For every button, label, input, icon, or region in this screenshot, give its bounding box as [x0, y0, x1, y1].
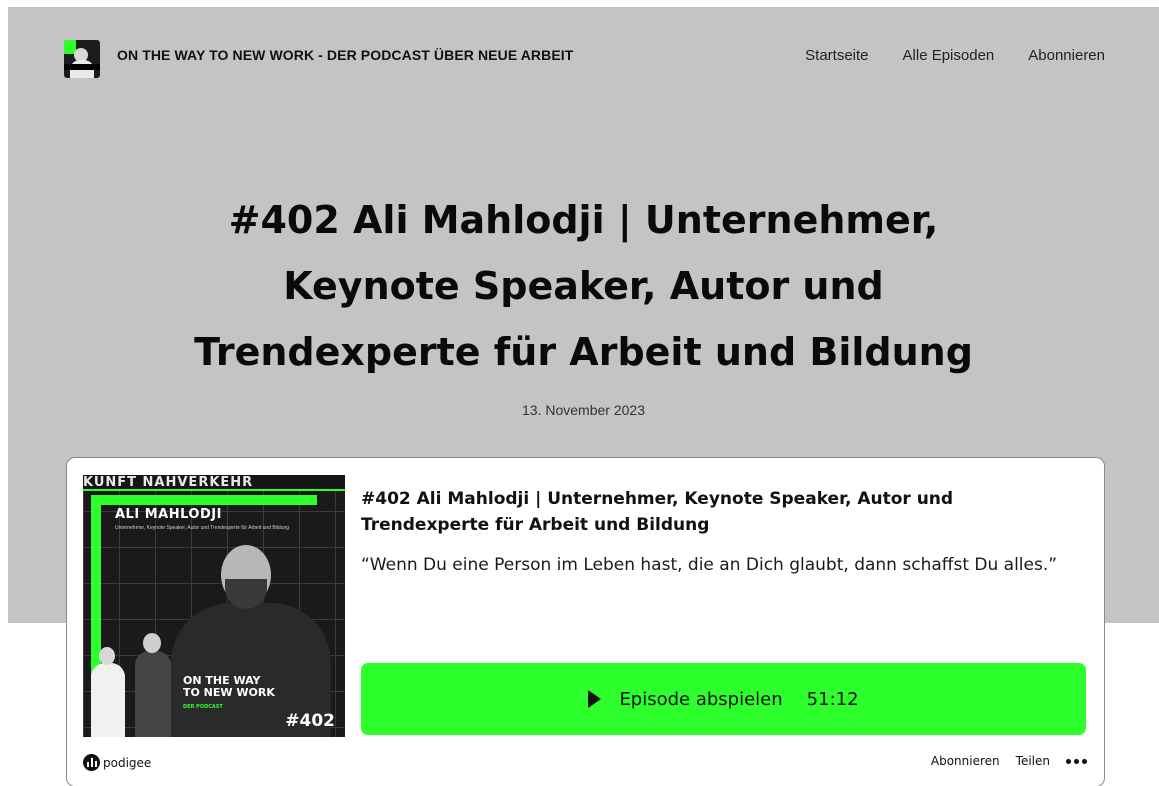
nav-abonnieren[interactable]: Abonnieren	[1028, 47, 1105, 64]
headline-line-1: #402 Ali Mahlodji | Unternehmer,	[228, 198, 939, 242]
player-subscribe-link[interactable]: Abonnieren	[931, 754, 1000, 768]
player-episode-quote: “Wenn Du eine Person im Leben hast, die …	[361, 555, 1058, 575]
nav-alle-episoden[interactable]: Alle Episoden	[903, 47, 995, 64]
site-title[interactable]: ON THE WAY TO NEW WORK - DER PODCAST ÜBE…	[117, 47, 573, 63]
headline-line-3: Trendexperte für Arbeit und Bildung	[194, 330, 973, 374]
cover-host2-body	[135, 651, 171, 737]
player-share-link[interactable]: Teilen	[1016, 754, 1050, 768]
podigee-icon	[83, 754, 100, 771]
cover-host2-head	[143, 633, 161, 653]
logo-band	[64, 64, 100, 70]
episode-headline: #402 Ali Mahlodji | Unternehmer, Keynote…	[8, 187, 1159, 385]
podigee-wordmark: podigee	[103, 755, 152, 770]
player-footer-actions: Abonnieren Teilen	[931, 754, 1087, 768]
play-episode-button[interactable]: Episode abspielen 51:12	[361, 663, 1086, 735]
cover-top-text: KUNFT NAHVERKEHR	[83, 475, 254, 490]
cover-host1-head	[99, 647, 115, 665]
episode-duration: 51:12	[806, 688, 859, 710]
cover-episode-number: #402	[285, 711, 335, 731]
cover-guest-subtitle: Unternehmer, Keynote Speaker, Autor und …	[115, 525, 290, 531]
site-logo[interactable]	[64, 40, 100, 78]
play-icon	[588, 690, 602, 708]
more-dots-icon[interactable]	[1066, 758, 1087, 764]
podcast-player: KUNFT NAHVERKEHR ALI MAHLODJI Unternehme…	[66, 457, 1105, 786]
cover-show-line-3: DER PODCAST	[183, 704, 223, 710]
cover-guest-name: ALI MAHLODJI	[115, 507, 222, 522]
player-footer: podigee Abonnieren Teilen	[83, 748, 1087, 776]
headline-line-2: Keynote Speaker, Autor und	[283, 264, 884, 308]
podigee-logo-link[interactable]: podigee	[83, 754, 151, 771]
cover-host1-body	[91, 663, 125, 737]
nav-links: Startseite Alle Episoden Abonnieren	[805, 47, 1105, 64]
play-button-label: Episode abspielen	[619, 688, 783, 710]
cover-show-title: ON THE WAY TO NEW WORK DER PODCAST	[183, 675, 275, 713]
episode-cover-image: KUNFT NAHVERKEHR ALI MAHLODJI Unternehme…	[83, 475, 345, 737]
top-navigation: ON THE WAY TO NEW WORK - DER PODCAST ÜBE…	[8, 7, 1159, 107]
cover-show-line-2: TO NEW WORK	[183, 686, 275, 699]
player-episode-title: #402 Ali Mahlodji | Unternehmer, Keynote…	[361, 489, 954, 535]
publish-date: 13. November 2023	[522, 402, 645, 418]
nav-startseite[interactable]: Startseite	[805, 47, 868, 64]
